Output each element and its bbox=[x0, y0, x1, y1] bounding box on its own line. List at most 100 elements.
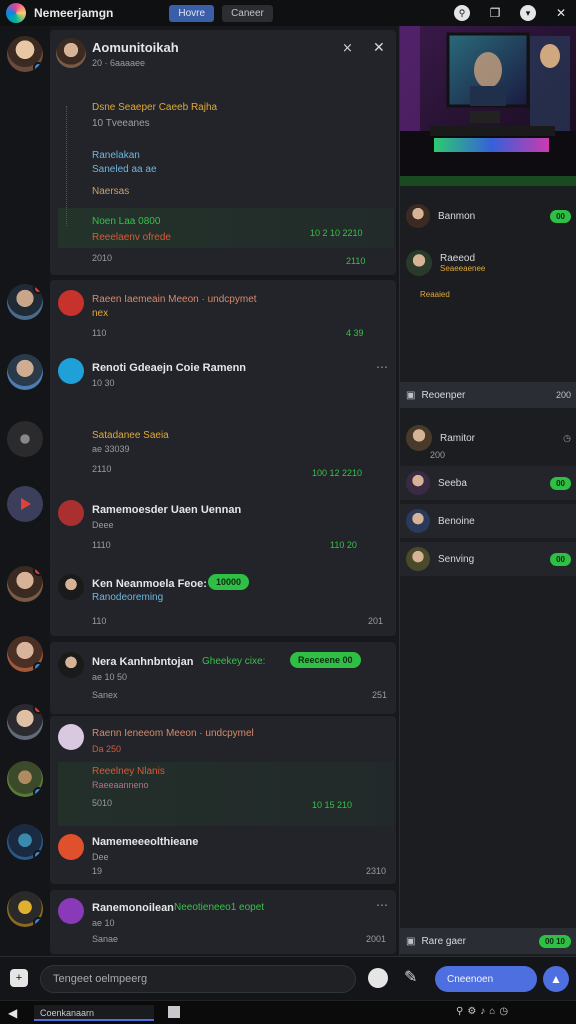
message-input[interactable]: Tengeet oelmpeerg bbox=[40, 965, 356, 993]
avatar bbox=[406, 509, 430, 533]
section-header[interactable]: ▣ Reoenper 200 bbox=[400, 382, 576, 408]
message-card[interactable]: Aomunitoikah 20 · 6aaaaee ⨯ ✕ Dsne Seaep… bbox=[50, 30, 396, 275]
right-item-name: Ramitor bbox=[440, 432, 476, 444]
avatar[interactable] bbox=[7, 421, 43, 457]
attach-icon[interactable]: + bbox=[10, 969, 28, 987]
message-card[interactable]: Renoti Gdeaejn Coie Ramenn 10 30 ⋯ Satad… bbox=[50, 350, 396, 586]
right-panel: Banmon 00 Raeeod Seaeeaenee Reaaied ▣ Re… bbox=[399, 26, 576, 956]
right-list-item[interactable]: Ramitor ◷ bbox=[400, 414, 576, 462]
close-icon[interactable]: ✕ bbox=[373, 39, 385, 56]
close-icon[interactable]: ✕ bbox=[552, 4, 570, 22]
avatar-column bbox=[0, 26, 50, 956]
right-list-item[interactable]: Raeeod Seaeeaenee Reaaied bbox=[400, 244, 576, 344]
message-meta: ae 10 50 bbox=[92, 672, 128, 682]
message-card[interactable]: Nera Kanhnbntojan Gheekey cixe: Reeceene… bbox=[50, 642, 396, 714]
timestamp: 2001 bbox=[366, 934, 387, 944]
message-meta: Raeeaanneno bbox=[92, 780, 149, 790]
status-badge[interactable]: 00 10 bbox=[538, 934, 571, 948]
tab-second[interactable]: Caneer bbox=[222, 4, 273, 22]
status-badge[interactable]: 00 bbox=[550, 476, 571, 490]
channel-name: Aomunitoikah bbox=[92, 40, 179, 55]
avatar bbox=[58, 574, 84, 600]
avatar[interactable] bbox=[7, 566, 43, 602]
taskbar-app[interactable]: Coenkanaarn bbox=[34, 1005, 154, 1021]
right-footer[interactable]: ▣ Rare gaer 00 10 bbox=[400, 928, 576, 954]
status-badge[interactable]: 10000 bbox=[208, 574, 250, 590]
search-icon[interactable]: ⚲ bbox=[454, 5, 470, 21]
footer-label: Rare gaer bbox=[421, 935, 466, 947]
back-icon[interactable]: ◀ bbox=[8, 1006, 17, 1020]
message-card[interactable]: Namemeeeolthieane Dee 19 2310 bbox=[50, 826, 396, 884]
window-icon[interactable] bbox=[168, 1006, 180, 1018]
tray-icons[interactable]: ⚲⚙♪⌂◷ bbox=[456, 1006, 512, 1017]
timestamp: 10 15 210 bbox=[312, 800, 353, 810]
new-window-icon[interactable]: ❐ bbox=[486, 4, 504, 22]
play-icon[interactable] bbox=[7, 486, 43, 522]
avatar[interactable] bbox=[7, 354, 43, 390]
more-icon[interactable]: ⋯ bbox=[376, 898, 388, 912]
right-item-sub: 200 bbox=[430, 450, 446, 460]
message-text: nex bbox=[92, 308, 109, 319]
mic-icon[interactable]: ▲ bbox=[543, 966, 569, 992]
status-badge[interactable]: 00 bbox=[550, 209, 571, 223]
message-card[interactable]: Raeen Iaemeain Meeon · undcpymet nex 110… bbox=[50, 280, 396, 360]
message-author: Ramemoesder Uaen Uennan bbox=[92, 504, 242, 516]
avatar bbox=[406, 471, 430, 495]
reaction-count: 2010 bbox=[92, 253, 113, 263]
avatar[interactable] bbox=[7, 824, 43, 860]
send-button[interactable]: Cneenoen bbox=[435, 966, 537, 992]
message-text: Noen Laa 0800 bbox=[92, 216, 161, 227]
avatar bbox=[58, 290, 84, 316]
gaming-setup-image bbox=[400, 26, 576, 186]
sticker-icon[interactable]: ✎ bbox=[404, 967, 417, 987]
timestamp: 2110 bbox=[346, 256, 366, 266]
avatar bbox=[58, 724, 84, 750]
timestamp: 251 bbox=[372, 690, 388, 700]
right-item-name: Reoenper bbox=[421, 389, 466, 401]
message-placeholder: Tengeet oelmpeerg bbox=[53, 973, 148, 985]
message-author: Ken Neanmoela Feoe: bbox=[92, 578, 207, 590]
right-list-item[interactable]: Banmon 00 bbox=[400, 196, 576, 236]
right-item-name: Benoine bbox=[438, 515, 475, 527]
message-card[interactable]: Ken Neanmoela Feoe: 10000 Ranodeoreming … bbox=[50, 564, 396, 636]
more-icon[interactable]: ⋯ bbox=[376, 360, 388, 374]
status-badge[interactable]: 00 bbox=[550, 552, 571, 566]
message-card[interactable]: Ranemonoilean Neeotieneeo1 eopet ⋯ ae 10… bbox=[50, 890, 396, 954]
message-text: Satadanee Saeia bbox=[92, 430, 169, 441]
message-text: Raeen Iaemeain Meeon · undcpymet bbox=[92, 294, 257, 305]
avatar[interactable] bbox=[7, 761, 43, 797]
avatar bbox=[58, 898, 84, 924]
clock-icon: ◷ bbox=[563, 432, 571, 443]
chevron-down-icon[interactable]: ▾ bbox=[520, 5, 536, 21]
expand-icon[interactable]: ⨯ bbox=[342, 40, 353, 56]
right-list-item[interactable]: Benoine bbox=[400, 504, 576, 538]
avatar bbox=[58, 500, 84, 526]
right-list-item[interactable]: Seeba 00 bbox=[400, 466, 576, 500]
avatar bbox=[56, 38, 86, 68]
right-item-name: Banmon bbox=[438, 210, 476, 222]
avatar[interactable] bbox=[7, 704, 43, 740]
avatar[interactable] bbox=[7, 891, 43, 927]
channel-subtitle: 20 · 6aaaaee bbox=[92, 58, 146, 68]
reaction-count: 19 bbox=[92, 866, 103, 876]
message-text: Reeelney Nlanis bbox=[92, 766, 165, 777]
timestamp: 100 12 2210 bbox=[312, 468, 363, 478]
message-meta: ae 10 bbox=[92, 918, 115, 928]
avatar[interactable] bbox=[7, 636, 43, 672]
reaction-count: 1110 bbox=[92, 540, 111, 550]
message-text: Ranodeoreming bbox=[92, 592, 164, 603]
right-item-sub: Seaeeaenee bbox=[440, 264, 486, 273]
message-card[interactable]: Raenn Ieneeom Meeon · undcpymel Da 250 R… bbox=[50, 716, 396, 844]
right-list-item[interactable]: Senving 00 bbox=[400, 542, 576, 576]
avatar bbox=[406, 425, 432, 451]
tab-home[interactable]: Hovre bbox=[169, 4, 215, 22]
avatar[interactable] bbox=[7, 36, 43, 72]
message-author: Renoti Gdeaejn Coie Ramenn bbox=[92, 362, 247, 374]
gift-icon: ▣ bbox=[406, 389, 416, 401]
message-meta: Deee bbox=[92, 520, 114, 530]
message-author: Namemeeeolthieane bbox=[92, 836, 199, 848]
emoji-icon[interactable] bbox=[368, 968, 388, 988]
avatar bbox=[58, 358, 84, 384]
avatar[interactable] bbox=[7, 284, 43, 320]
status-badge[interactable]: Reeceene 00 bbox=[290, 652, 361, 668]
